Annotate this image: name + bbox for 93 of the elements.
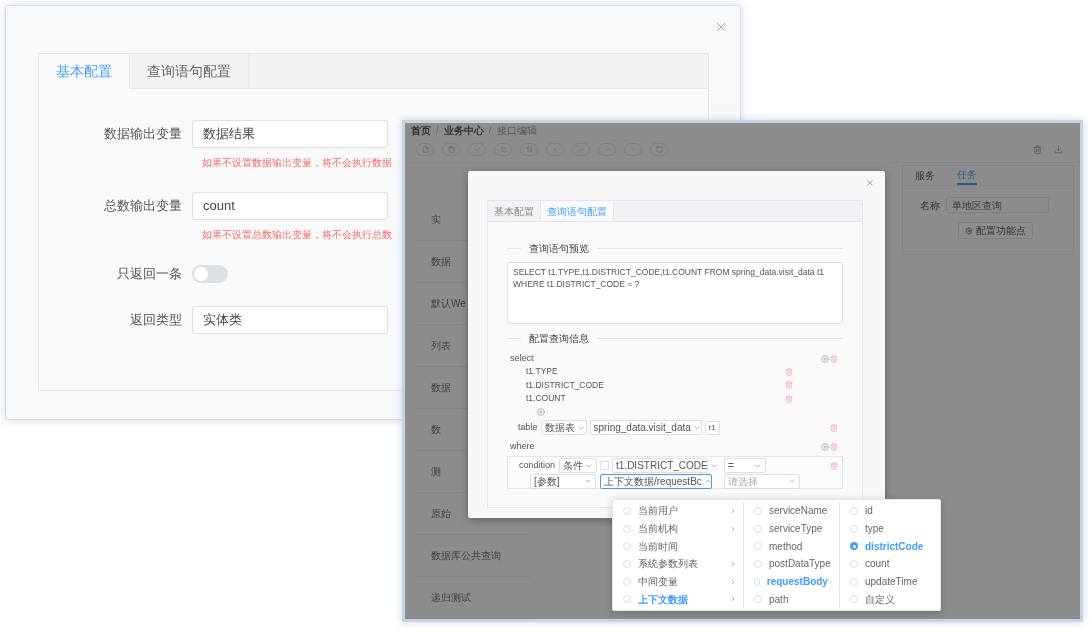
radio[interactable] — [754, 595, 762, 604]
cascader-option[interactable]: count — [840, 555, 940, 573]
radio[interactable] — [623, 506, 631, 515]
sql-preview-field[interactable]: SELECT t1.TYPE,t1.DISTRICT_CODE,t1.COUNT FROM spring_data.visit_data t1 WHERE t1.DISTRICT_CODE = ? — [507, 262, 843, 324]
clause-label: table — [518, 420, 538, 434]
radio[interactable] — [623, 542, 631, 551]
field-label: 名称 — [920, 198, 940, 213]
close-icon[interactable] — [865, 178, 875, 188]
breadcrumb-item[interactable]: 业务中心 — [443, 123, 484, 138]
alias-field[interactable]: t1 — [704, 420, 720, 435]
radio[interactable] — [623, 559, 631, 568]
radio[interactable] — [850, 577, 858, 586]
sort-icon — [525, 145, 533, 153]
text-field[interactable]: count — [192, 192, 388, 220]
radio[interactable] — [850, 524, 858, 533]
checkbox[interactable] — [600, 461, 610, 470]
name-field[interactable]: 单地区查询 — [946, 197, 1049, 213]
delete-icon[interactable] — [830, 461, 838, 470]
tab[interactable]: 服务 — [915, 166, 935, 185]
radio[interactable] — [623, 577, 631, 586]
error-message: 如果不设置数据输出变量，将不会执行数据 — [202, 156, 393, 170]
radio[interactable] — [623, 595, 631, 604]
cascader-option[interactable]: 当前用户 — [613, 502, 743, 520]
tab[interactable]: 查询语句配置 — [130, 54, 249, 88]
cascader-option[interactable]: id — [840, 502, 940, 520]
error-message: 如果不设置总数输出变量，将不会执行总数 — [202, 228, 393, 242]
table-select[interactable]: spring_data.visit_data — [589, 420, 702, 435]
section-title: 配置查询信息 — [528, 331, 590, 346]
chevron-down-icon — [788, 477, 796, 485]
field-label: 返回类型 — [129, 310, 183, 329]
download-icon[interactable] — [1054, 144, 1063, 154]
cascader-option[interactable]: type — [840, 519, 940, 538]
breadcrumb-item[interactable]: 首页 — [411, 123, 431, 138]
clipboard-icon — [447, 145, 455, 153]
sidebar-item[interactable]: 递归测试 — [415, 577, 530, 619]
close-icon[interactable] — [714, 20, 728, 34]
settings-icon — [964, 226, 973, 235]
chevron-up-icon — [703, 477, 712, 485]
value-select[interactable]: 上下文数据/requestBc — [600, 473, 712, 489]
delete-icon[interactable] — [785, 394, 793, 403]
radio[interactable] — [850, 506, 858, 515]
delete-icon[interactable] — [785, 367, 793, 376]
delete-icon[interactable] — [830, 442, 838, 451]
configure-button[interactable]: 配置功能点 — [957, 222, 1033, 239]
delete-icon[interactable] — [1033, 144, 1042, 154]
cascader-option[interactable]: serviceName — [744, 502, 839, 520]
column-name: t1.DISTRICT_CODE — [526, 378, 604, 392]
radio[interactable] — [850, 542, 858, 551]
sidebar-item[interactable]: 数据库公共查询 — [415, 535, 530, 577]
swap-icon — [499, 145, 507, 153]
cascader-option[interactable]: 中间变量 — [613, 572, 743, 591]
cascader-option[interactable]: postDataType — [744, 555, 839, 573]
cascader-option[interactable]: updateTime — [840, 572, 940, 591]
radio[interactable] — [754, 559, 762, 568]
radio[interactable] — [754, 542, 762, 551]
cascader-option[interactable]: method — [744, 537, 839, 555]
radio[interactable] — [754, 524, 762, 533]
radio[interactable] — [754, 577, 760, 586]
cascader-option[interactable]: serviceType — [744, 519, 839, 538]
toggle-switch[interactable] — [192, 264, 228, 283]
column-name: t1.TYPE — [526, 365, 558, 379]
cascader-option[interactable]: path — [744, 590, 839, 609]
delete-icon[interactable] — [785, 381, 793, 390]
breadcrumb-separator: / — [436, 124, 439, 138]
radio[interactable] — [623, 524, 631, 533]
breadcrumb-separator: / — [488, 124, 492, 138]
text-field[interactable]: 数据结果 — [192, 120, 388, 148]
delete-icon[interactable] — [830, 423, 838, 432]
select-field[interactable]: 实体类 — [192, 305, 388, 334]
field-label: 总数输出变量 — [103, 197, 183, 216]
field-label: 数据输出变量 — [103, 125, 183, 144]
clause-label: where — [510, 439, 535, 453]
operator-select[interactable]: = — [724, 458, 767, 473]
cascader-option[interactable]: 当前机构 — [613, 519, 743, 538]
add-icon[interactable] — [537, 407, 545, 416]
condition-label: condition — [519, 458, 556, 472]
value-type-select[interactable]: [参数] — [530, 473, 596, 489]
cascader-option[interactable]: 当前时间 — [613, 537, 743, 555]
delete-icon[interactable] — [830, 355, 838, 363]
clause-label: select — [510, 352, 534, 366]
field-label: 只返回一条 — [116, 265, 183, 283]
file-icon — [421, 145, 429, 153]
radio[interactable] — [850, 559, 858, 568]
source-type-select[interactable]: 数据表 — [540, 420, 587, 435]
add-icon[interactable] — [821, 355, 829, 363]
condition-type-select[interactable]: 条件 — [559, 458, 598, 473]
column-name: t1.COUNT — [526, 392, 566, 406]
cascader-option[interactable]: 自定义 — [840, 590, 940, 609]
radio[interactable] — [754, 506, 762, 515]
section-title: 查询语句预览 — [528, 241, 590, 256]
add-icon[interactable] — [821, 442, 829, 451]
cascader-option[interactable]: 系统参数列表 — [613, 555, 743, 573]
radio[interactable] — [850, 595, 858, 604]
